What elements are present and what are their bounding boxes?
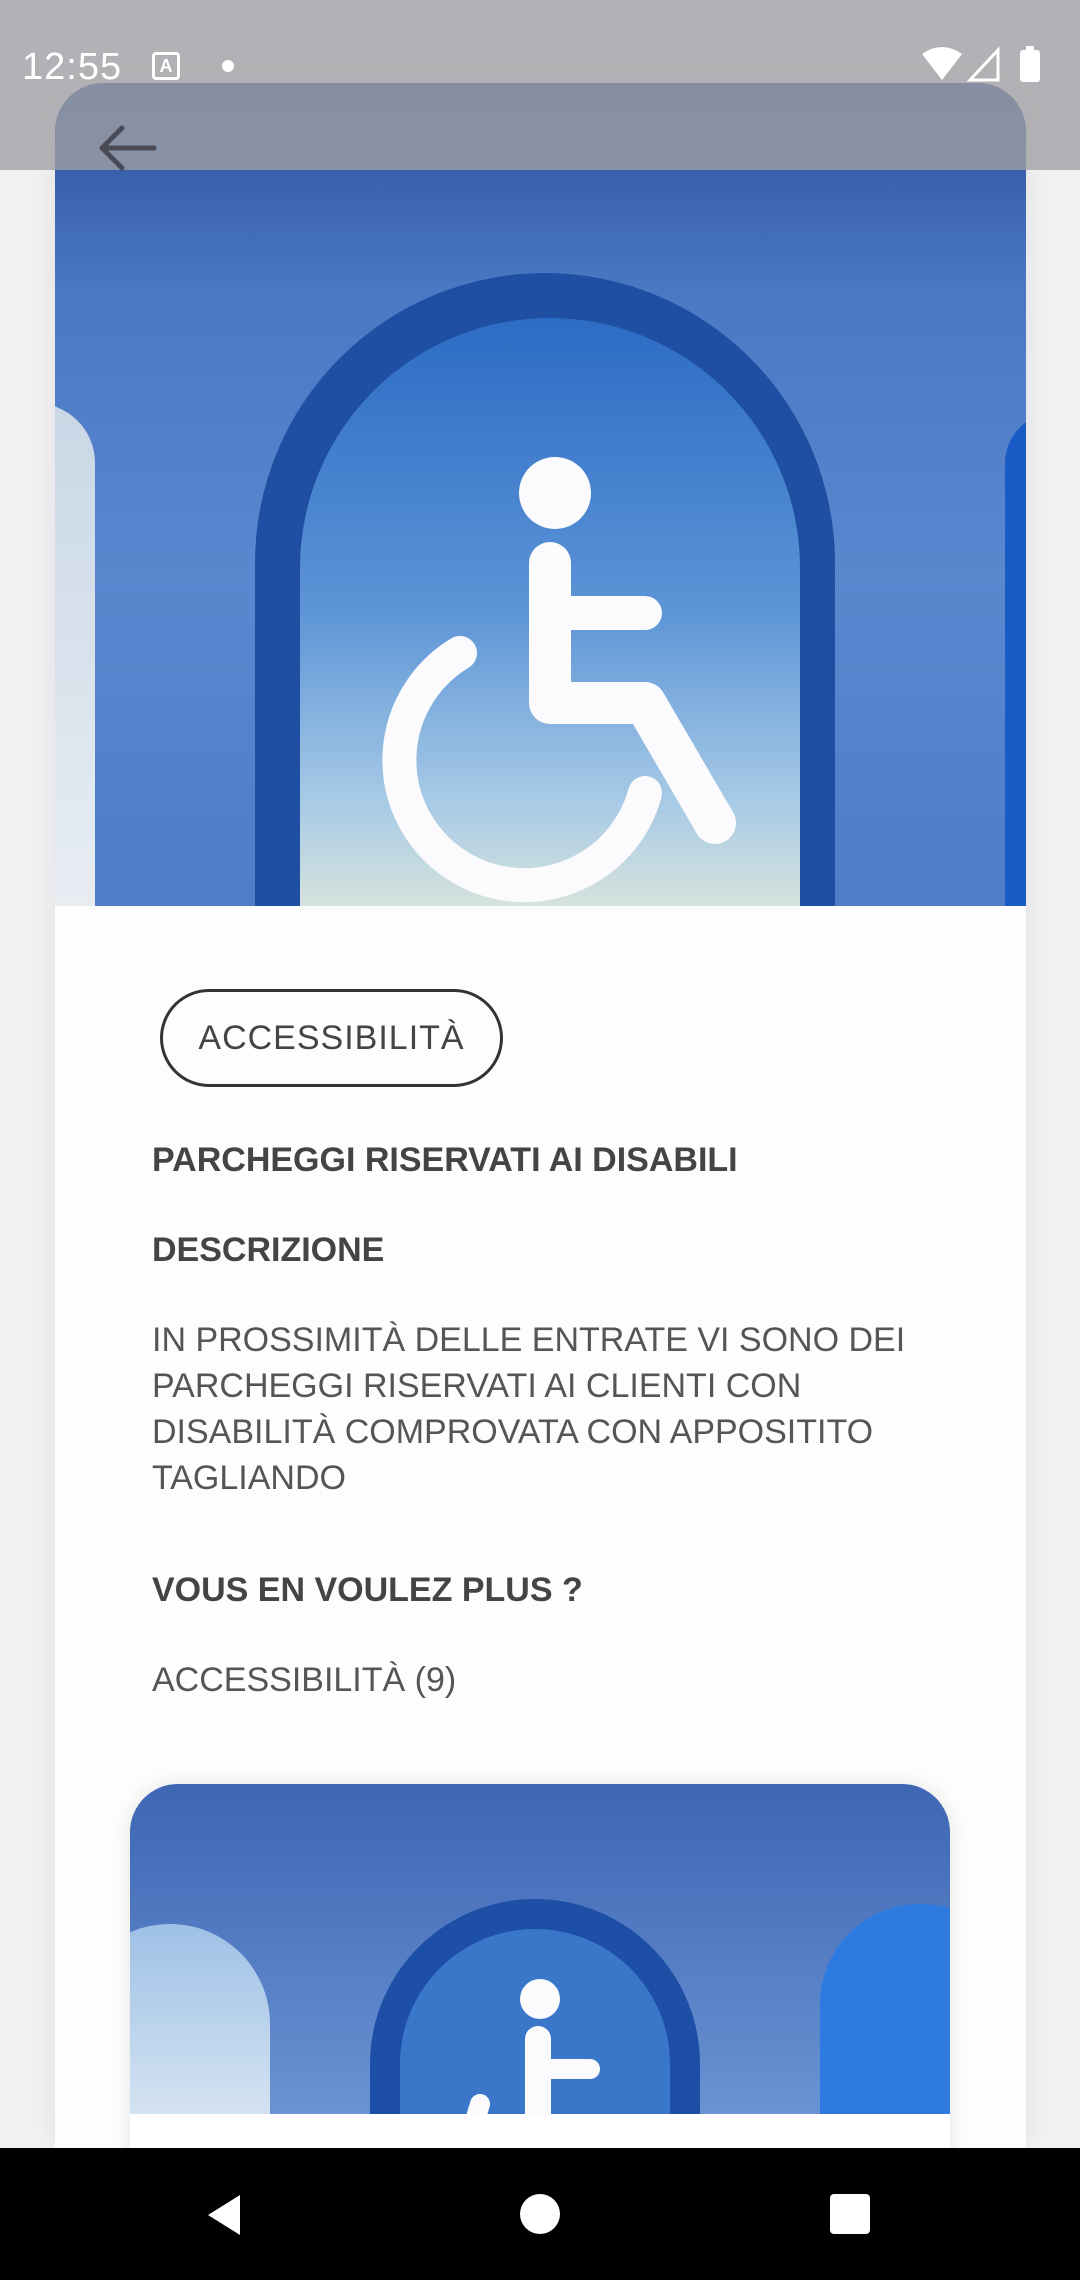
related-side-arch-right — [820, 1904, 950, 2114]
recents-square-icon[interactable] — [830, 2194, 870, 2234]
category-chip[interactable]: ACCESSIBILITÀ — [160, 989, 503, 1087]
status-icons — [922, 46, 1040, 82]
dot-icon — [222, 60, 234, 72]
arrow-left-icon[interactable] — [92, 118, 162, 178]
back-triangle-icon[interactable] — [200, 2190, 250, 2240]
navigation-bar — [0, 2148, 1080, 2280]
more-category-link[interactable]: ACCESSIBILITÀ (9) — [152, 1661, 456, 1700]
wheelchair-icon — [382, 457, 736, 903]
a-notification-icon: A — [152, 52, 180, 80]
hero-side-arch-right — [1005, 413, 1026, 906]
item-title: PARCHEGGI RISERVATI AI DISABILI — [152, 1141, 738, 1179]
related-card[interactable] — [130, 1784, 950, 2148]
more-heading: VOUS EN VOULEZ PLUS ? — [152, 1571, 583, 1609]
related-side-arch-left — [130, 1924, 270, 2114]
hero-image — [55, 83, 1026, 906]
home-circle-icon[interactable] — [520, 2194, 560, 2234]
status-time: 12:55 — [22, 46, 123, 88]
battery-icon — [1020, 50, 1040, 82]
description-text: IN PROSSIMITÀ DELLE ENTRATE VI SONO DEI … — [152, 1321, 906, 1497]
hero-side-arch-left — [55, 403, 95, 906]
wheelchair-icon — [466, 1979, 600, 2114]
description-heading: DESCRIZIONE — [152, 1231, 385, 1269]
wifi-icon — [922, 47, 962, 80]
status-bar: 12:55 A — [0, 0, 1080, 170]
signal-icon — [966, 46, 1000, 82]
detail-card: ACCESSIBILITÀ PARCHEGGI RISERVATI AI DIS… — [55, 83, 1026, 2148]
related-card-image — [130, 1784, 950, 2114]
